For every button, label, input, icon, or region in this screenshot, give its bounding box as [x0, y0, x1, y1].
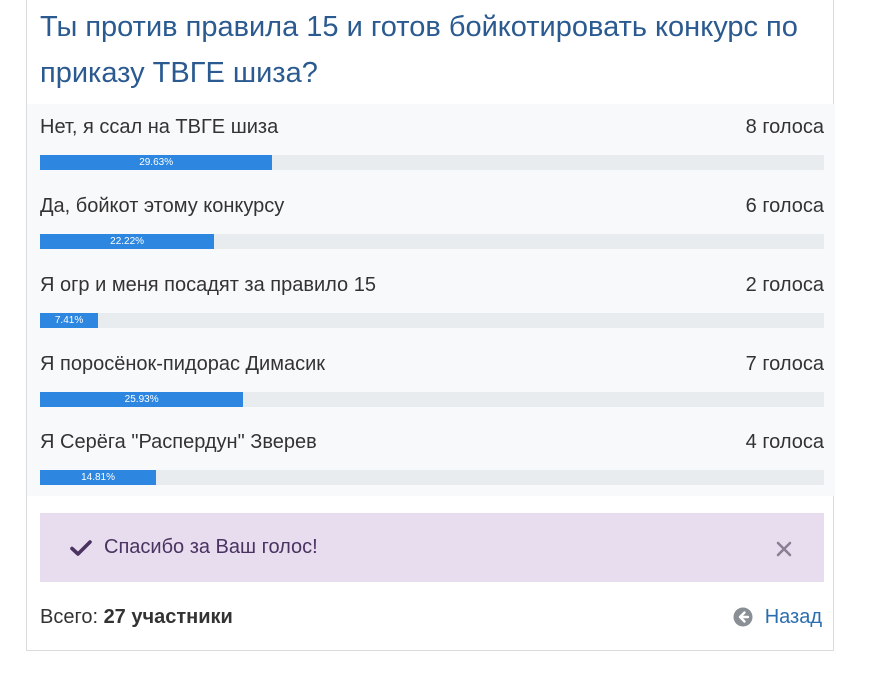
check-icon: [70, 540, 92, 556]
total-value: 27 участники: [103, 606, 233, 628]
answer-label: Я поросёнок-пидорас Димасик: [40, 353, 326, 375]
arrow-left-circle-icon: [733, 607, 753, 627]
progress-bar: 22.22%: [40, 234, 215, 249]
total-participants: Всего: 27 участники: [40, 604, 233, 630]
answer-row: Нет, я ссал на ТВГЕ шиза 8 голоса 29.63%: [40, 104, 824, 170]
answer-votes: 7 голоса: [745, 353, 824, 375]
back-label: Назад: [764, 606, 822, 628]
progress-bar: 7.41%: [40, 313, 99, 328]
progress-track: 22.22%: [40, 234, 824, 249]
poll-question: Ты против правила 15 и готов бойкотирова…: [40, 11, 798, 89]
answer-row: Я Серёга "Распердун" Зверев 4 голоса 14.…: [40, 419, 824, 485]
progress-track: 25.93%: [40, 392, 824, 407]
answer-row: Я поросёнок-пидорас Димасик 7 голоса 25.…: [40, 341, 824, 407]
progress-bar: 29.63%: [40, 155, 273, 170]
answer-votes: 2 голоса: [745, 274, 824, 296]
poll-card: Ты против правила 15 и готов бойкотирова…: [26, 0, 835, 651]
progress-track: 14.81%: [40, 470, 824, 485]
answer-label: Я огр и меня посадят за правило 15: [40, 274, 376, 296]
total-label: Всего:: [40, 606, 98, 628]
close-icon[interactable]: [774, 539, 794, 559]
answer-votes: 6 голоса: [745, 195, 824, 217]
answer-votes: 4 голоса: [745, 431, 824, 453]
answer-label: Да, бойкот этому конкурсу: [40, 195, 285, 217]
progress-track: 7.41%: [40, 313, 824, 328]
answer-row: Я огр и меня посадят за правило 15 2 гол…: [40, 262, 824, 328]
alert-message: Спасибо за Ваш голос!: [104, 536, 318, 558]
vote-success-alert: Спасибо за Ваш голос!: [40, 513, 824, 582]
progress-track: 29.63%: [40, 155, 824, 170]
progress-bar: 25.93%: [40, 392, 244, 407]
poll-results: Нет, я ссал на ТВГЕ шиза 8 голоса 29.63%…: [27, 104, 835, 496]
progress-bar: 14.81%: [40, 470, 157, 485]
answer-votes: 8 голоса: [745, 116, 824, 138]
back-button[interactable]: Назад: [733, 604, 822, 630]
answer-row: Да, бойкот этому конкурсу 6 голоса 22.22…: [40, 183, 824, 249]
answer-label: Я Серёга "Распердун" Зверев: [40, 431, 317, 453]
answer-label: Нет, я ссал на ТВГЕ шиза: [40, 116, 279, 138]
